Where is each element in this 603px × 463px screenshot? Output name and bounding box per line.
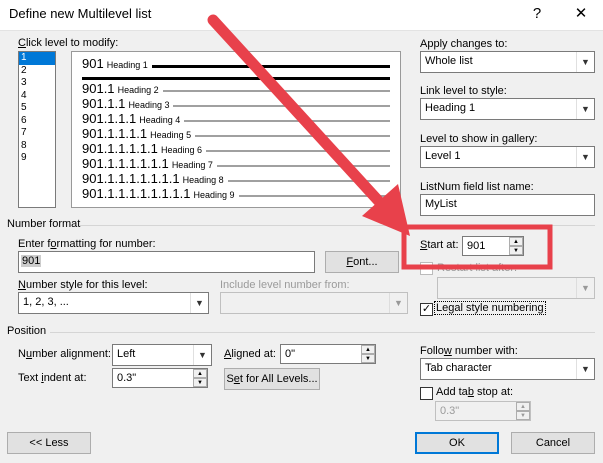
annotation-highlight-box [401, 224, 553, 270]
annotation-overlay [207, 14, 553, 270]
annotation-arrow-shaft [207, 14, 391, 214]
